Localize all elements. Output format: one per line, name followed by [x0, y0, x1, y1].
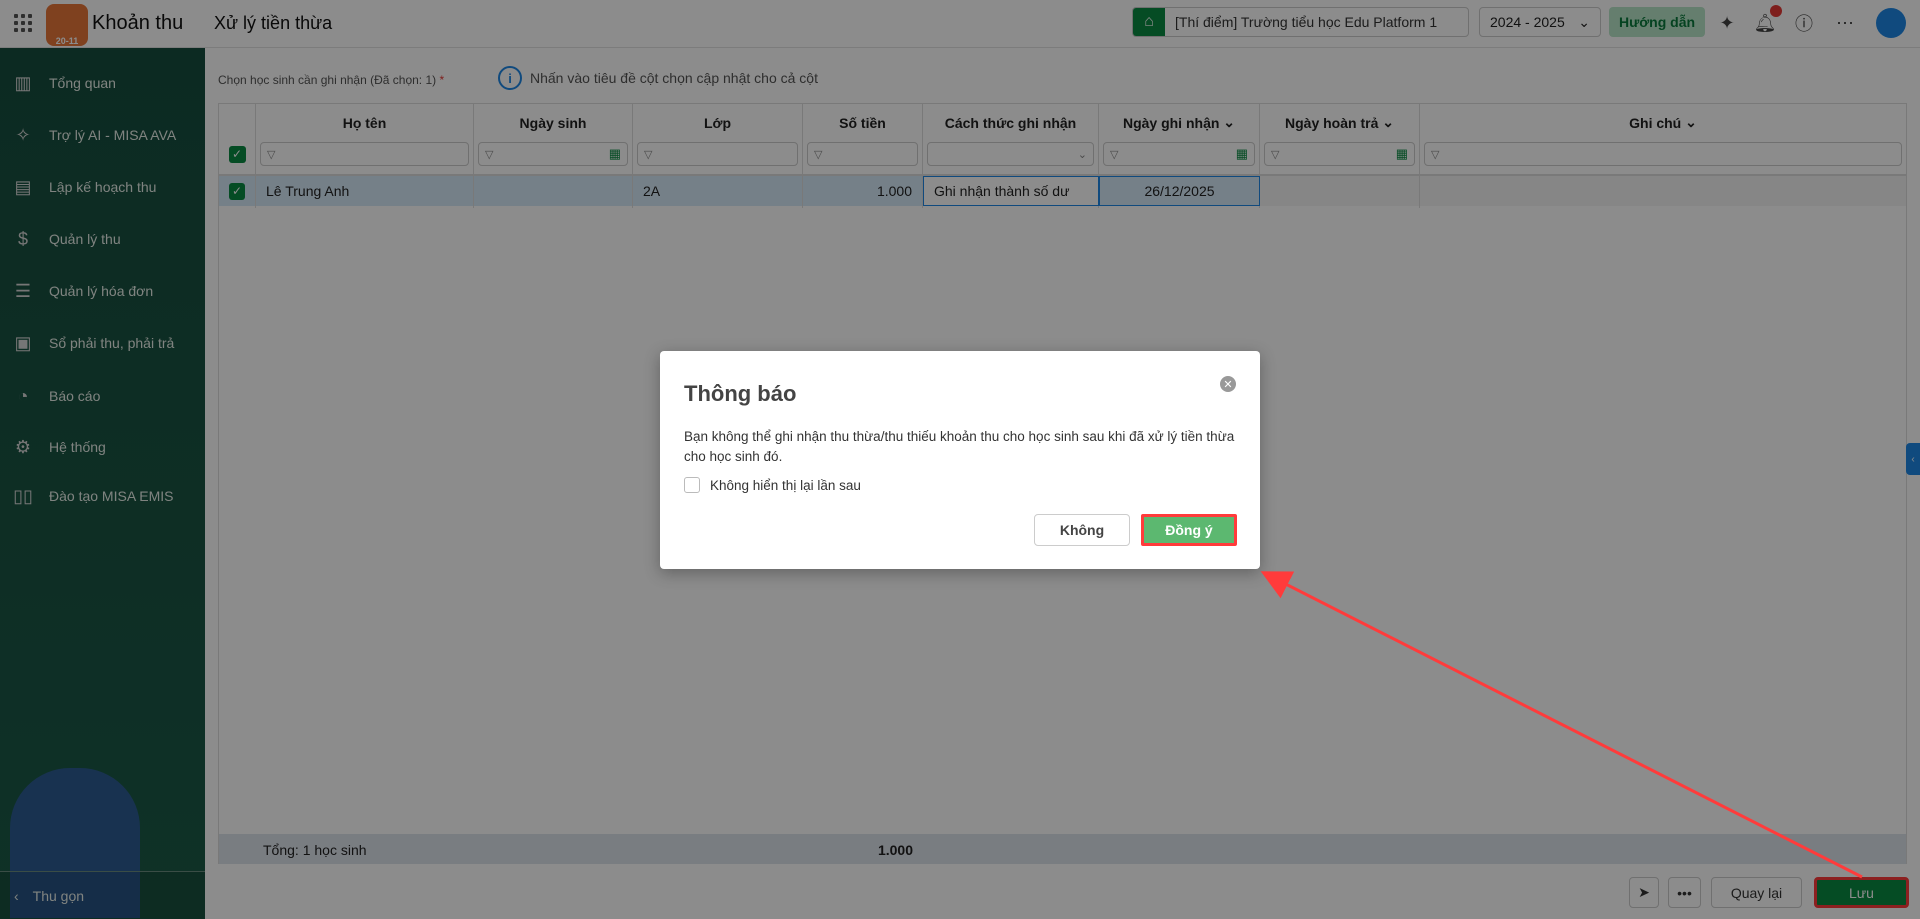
checkbox-box[interactable]	[684, 477, 700, 493]
dialog-title: Thông báo	[684, 381, 797, 406]
checkbox-label: Không hiển thị lại lần sau	[710, 477, 861, 493]
dont-show-again-checkbox[interactable]: Không hiển thị lại lần sau	[684, 477, 861, 493]
dialog-message: Bạn không thể ghi nhận thu thừa/thu thiế…	[684, 429, 1235, 464]
agree-button[interactable]: Đồng ý	[1141, 514, 1237, 546]
notice-dialog: Thông báo ✕ Bạn không thể ghi nhận thu t…	[660, 351, 1260, 569]
close-icon[interactable]: ✕	[1220, 376, 1236, 392]
no-button[interactable]: Không	[1034, 514, 1130, 546]
